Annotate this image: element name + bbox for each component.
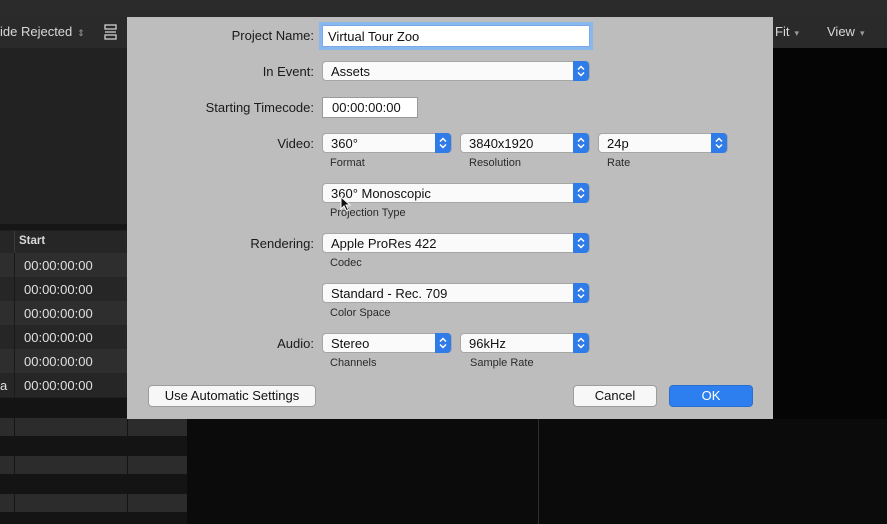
table-row[interactable]: a 00:00:00:00 [0,373,127,397]
start-cell: 00:00:00:00 [24,354,93,369]
view-menu[interactable]: View ▾ [827,24,864,39]
start-cell: 00:00:00:00 [24,330,93,345]
pane-divider [538,419,539,524]
channels-caption: Channels [330,357,377,369]
color-space-popup[interactable]: Standard - Rec. 709 [322,283,590,303]
column-header-start[interactable]: Start [19,235,45,247]
video-label: Video: [277,136,314,151]
format-caption: Format [330,157,365,169]
chevron-updown-icon [573,61,589,81]
chevron-updown-icon [573,283,589,303]
use-automatic-settings-button[interactable]: Use Automatic Settings [148,385,316,407]
chevron-updown-icon [711,133,727,153]
sample-rate-value: 96kHz [469,336,506,351]
viewer-pane [773,48,887,419]
starting-timecode-field[interactable] [322,97,418,118]
resolution-caption: Resolution [469,157,521,169]
table-row[interactable]: 00:00:00:00 [0,301,127,325]
projection-type-popup[interactable]: 360° Monoscopic [322,183,590,203]
list-header: Start [0,231,127,254]
cancel-button[interactable]: Cancel [573,385,657,407]
chevron-down-icon: ▾ [794,28,799,38]
table-row[interactable]: 00:00:00:00 [0,277,127,301]
chevron-down-icon: ▾ [859,28,865,38]
format-popup[interactable]: 360° [322,133,452,153]
chevron-updown-icon [573,333,589,353]
codec-caption: Codec [330,257,362,269]
start-cell: 00:00:00:00 [24,306,93,321]
grid-row [0,494,187,512]
starting-timecode-label: Starting Timecode: [205,100,314,115]
title-bar [0,0,887,17]
filter-label: ide Rejected [0,24,73,39]
in-event-value: Assets [331,64,371,79]
name-fragment: a [0,378,8,393]
project-name-label: Project Name: [231,28,314,43]
fit-label: Fit [775,24,790,39]
table-row[interactable]: 00:00:00:00 [0,349,127,373]
chevron-updown-icon [573,233,589,253]
grid-row [0,456,187,474]
start-cell: 00:00:00:00 [24,258,93,273]
sample-rate-caption: Sample Rate [470,357,534,369]
rate-popup[interactable]: 24p [598,133,728,153]
color-space-value: Standard - Rec. 709 [331,286,448,301]
project-name-field[interactable] [322,25,590,47]
in-event-label: In Event: [262,64,314,79]
rendering-label: Rendering: [250,236,314,251]
codec-popup[interactable]: Apple ProRes 422 [322,233,590,253]
start-cell: 00:00:00:00 [24,378,93,393]
codec-value: Apple ProRes 422 [331,236,437,251]
resolution-value: 3840x1920 [469,136,534,151]
chevron-updown-icon [435,133,451,153]
channels-popup[interactable]: Stereo [322,333,452,353]
pane-divider[interactable] [0,224,127,230]
table-row[interactable]: 00:00:00:00 [0,253,127,277]
mouse-cursor-icon [340,196,351,212]
timeline-area [187,419,887,524]
view-label: View [827,24,855,39]
chevron-updown-icon [435,333,451,353]
sample-rate-popup[interactable]: 96kHz [460,333,590,353]
rate-value: 24p [607,136,629,151]
color-space-caption: Color Space [330,307,391,319]
fit-popup[interactable]: Fit ▾ [775,24,799,39]
channels-value: Stereo [331,336,370,351]
filter-popup[interactable]: ide Rejected ⇕ [0,24,85,39]
chevron-updown-icon [573,133,589,153]
table-row[interactable]: 00:00:00:00 [0,325,127,349]
audio-label: Audio: [277,336,314,351]
browser-pane [0,48,127,224]
start-cell: 00:00:00:00 [24,282,93,297]
project-settings-dialog: Project Name: In Event: Assets Starting … [127,17,773,419]
resolution-popup[interactable]: 3840x1920 [460,133,590,153]
format-value: 360° [331,136,358,151]
chevron-updown-icon: ⇕ [77,28,85,38]
grid-row [0,418,187,436]
chevron-updown-icon [573,183,589,203]
ok-button[interactable]: OK [669,385,753,407]
rate-caption: Rate [607,157,631,169]
in-event-popup[interactable]: Assets [322,61,590,81]
